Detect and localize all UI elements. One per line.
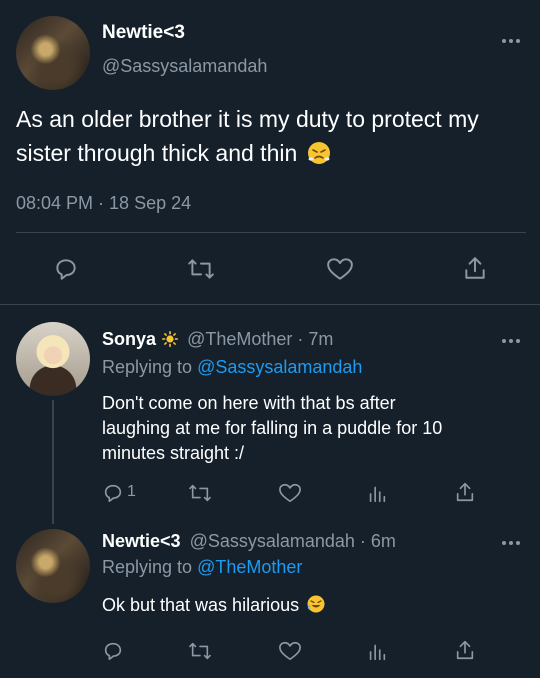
retweet-icon [189,642,211,660]
avatar[interactable] [16,529,90,603]
analytics-button[interactable] [366,482,388,504]
reply-icon [104,642,122,661]
reply-line: Don't come on here with that bs after [102,393,396,413]
like-icon [279,641,301,661]
tweet-text-body: As an older brother it is my duty to pro… [16,106,479,166]
share-icon [456,482,474,502]
retweet-icon [189,484,211,502]
retweet-button[interactable] [188,482,212,504]
reply-icon [56,259,76,280]
tweet-timestamp[interactable]: 08:04 PM · 18 Sep 24 [16,193,191,214]
mention-link[interactable]: @TheMother [197,557,302,577]
reply-button[interactable]: 1 [102,482,152,504]
more-icon[interactable] [502,38,522,44]
replying-prefix: Replying to [102,557,198,577]
retweet-button[interactable] [187,256,215,282]
reply-text: Ok but that was hilarious [102,595,325,616]
reply-line: minutes straight :/ [102,443,245,463]
replying-prefix: Replying to [102,357,198,377]
analytics-icon [369,486,386,503]
reply-text-body: Ok but that was hilarious [102,595,300,615]
display-name[interactable]: Newtie<3 [102,531,181,551]
like-icon [327,258,353,280]
handle[interactable]: @Sassysalamandah [102,56,267,77]
laughing-emoji [307,595,325,613]
handle-time[interactable]: @Sassysalamandah · 6m [190,531,396,551]
more-icon[interactable] [502,338,522,344]
avatar[interactable] [16,16,90,90]
retweet-button[interactable] [188,640,212,662]
mention-link[interactable]: @Sassysalamandah [197,357,362,377]
share-icon [456,640,474,660]
reply-text: Don't come on here with that bs after la… [102,391,442,466]
reply-button[interactable] [102,640,124,662]
tweet-text: As an older brother it is my duty to pro… [16,102,531,170]
like-icon [279,483,301,503]
section-divider [0,304,540,305]
analytics-icon [369,644,386,661]
avatar[interactable] [16,322,90,396]
reply-line: laughing at me for falling in a puddle f… [102,418,443,438]
more-icon[interactable] [502,540,522,546]
sun-icon [162,331,179,347]
retweet-icon [188,259,214,279]
like-button[interactable] [278,482,302,504]
thread-line [52,400,54,524]
reply-header: Newtie<3 @Sassysalamandah · 6m [102,531,396,552]
share-button[interactable] [454,481,476,503]
replying-to: Replying to @TheMother [102,557,302,578]
like-button[interactable] [326,256,354,282]
reply-button[interactable] [53,256,79,282]
like-button[interactable] [278,640,302,662]
display-name[interactable]: Sonya [102,329,156,349]
reply-count: 1 [127,483,136,500]
share-button[interactable] [454,639,476,661]
analytics-button[interactable] [366,640,388,662]
handle-time[interactable]: @TheMother · 7m [187,329,333,349]
huffing-emoji [307,142,330,164]
reply-header: Sonya @TheMother · 7m [102,329,333,350]
display-name[interactable]: Newtie<3 [102,22,185,44]
share-button[interactable] [462,255,488,281]
reply-icon [104,484,122,503]
share-icon [465,257,485,279]
replying-to: Replying to @Sassysalamandah [102,357,362,378]
divider [16,232,526,233]
